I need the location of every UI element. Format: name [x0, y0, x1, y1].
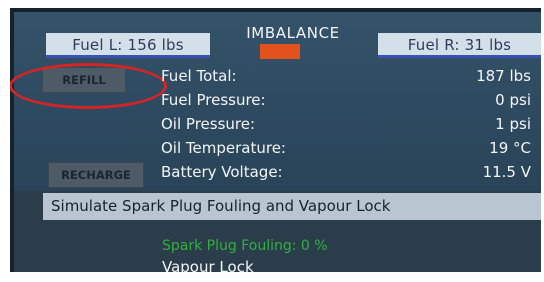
vapour-lock-option[interactable]: Vapour Lock [162, 258, 254, 272]
imbalance-label: IMBALANCE [246, 24, 340, 42]
readout-value: 11.5 V [482, 163, 531, 181]
readout-label: Fuel Total: [161, 67, 237, 85]
fuel-right-indicator: Fuel R: 31 lbs [378, 33, 541, 58]
readout-oil-pressure: Oil Pressure: 1 psi [161, 115, 531, 137]
readout-value: 187 lbs [476, 67, 531, 85]
fuel-left-label: Fuel L: 156 lbs [72, 36, 184, 54]
fuel-left-indicator: Fuel L: 156 lbs [46, 33, 210, 58]
readout-label: Oil Pressure: [161, 115, 256, 133]
fuel-left-underline [46, 55, 210, 58]
fuel-right-underline [378, 55, 541, 58]
readout-fuel-total: Fuel Total: 187 lbs [161, 67, 531, 89]
engine-status-panel: Fuel L: 156 lbs IMBALANCE Fuel R: 31 lbs… [10, 8, 541, 272]
panel-top-border [10, 8, 541, 12]
fuel-right-label: Fuel R: 31 lbs [407, 36, 512, 54]
readout-value: 1 psi [495, 115, 531, 133]
readout-label: Oil Temperature: [161, 139, 286, 157]
recharge-button-label: RECHARGE [61, 168, 131, 182]
readout-oil-temperature: Oil Temperature: 19 °C [161, 139, 531, 161]
panel-left-border [10, 8, 14, 272]
readout-label: Battery Voltage: [161, 163, 283, 181]
readout-label: Fuel Pressure: [161, 91, 266, 109]
recharge-button[interactable]: RECHARGE [48, 162, 144, 188]
readout-value: 0 psi [495, 91, 531, 109]
spark-plug-fouling-option[interactable]: Spark Plug Fouling: 0 % [162, 238, 328, 254]
imbalance-bar [260, 44, 300, 59]
refill-highlight-ellipse [10, 63, 167, 109]
simulate-section-title: Simulate Spark Plug Fouling and Vapour L… [43, 193, 541, 220]
readout-value: 19 °C [489, 139, 531, 157]
readout-fuel-pressure: Fuel Pressure: 0 psi [161, 91, 531, 113]
readout-battery-voltage: Battery Voltage: 11.5 V [161, 163, 531, 185]
